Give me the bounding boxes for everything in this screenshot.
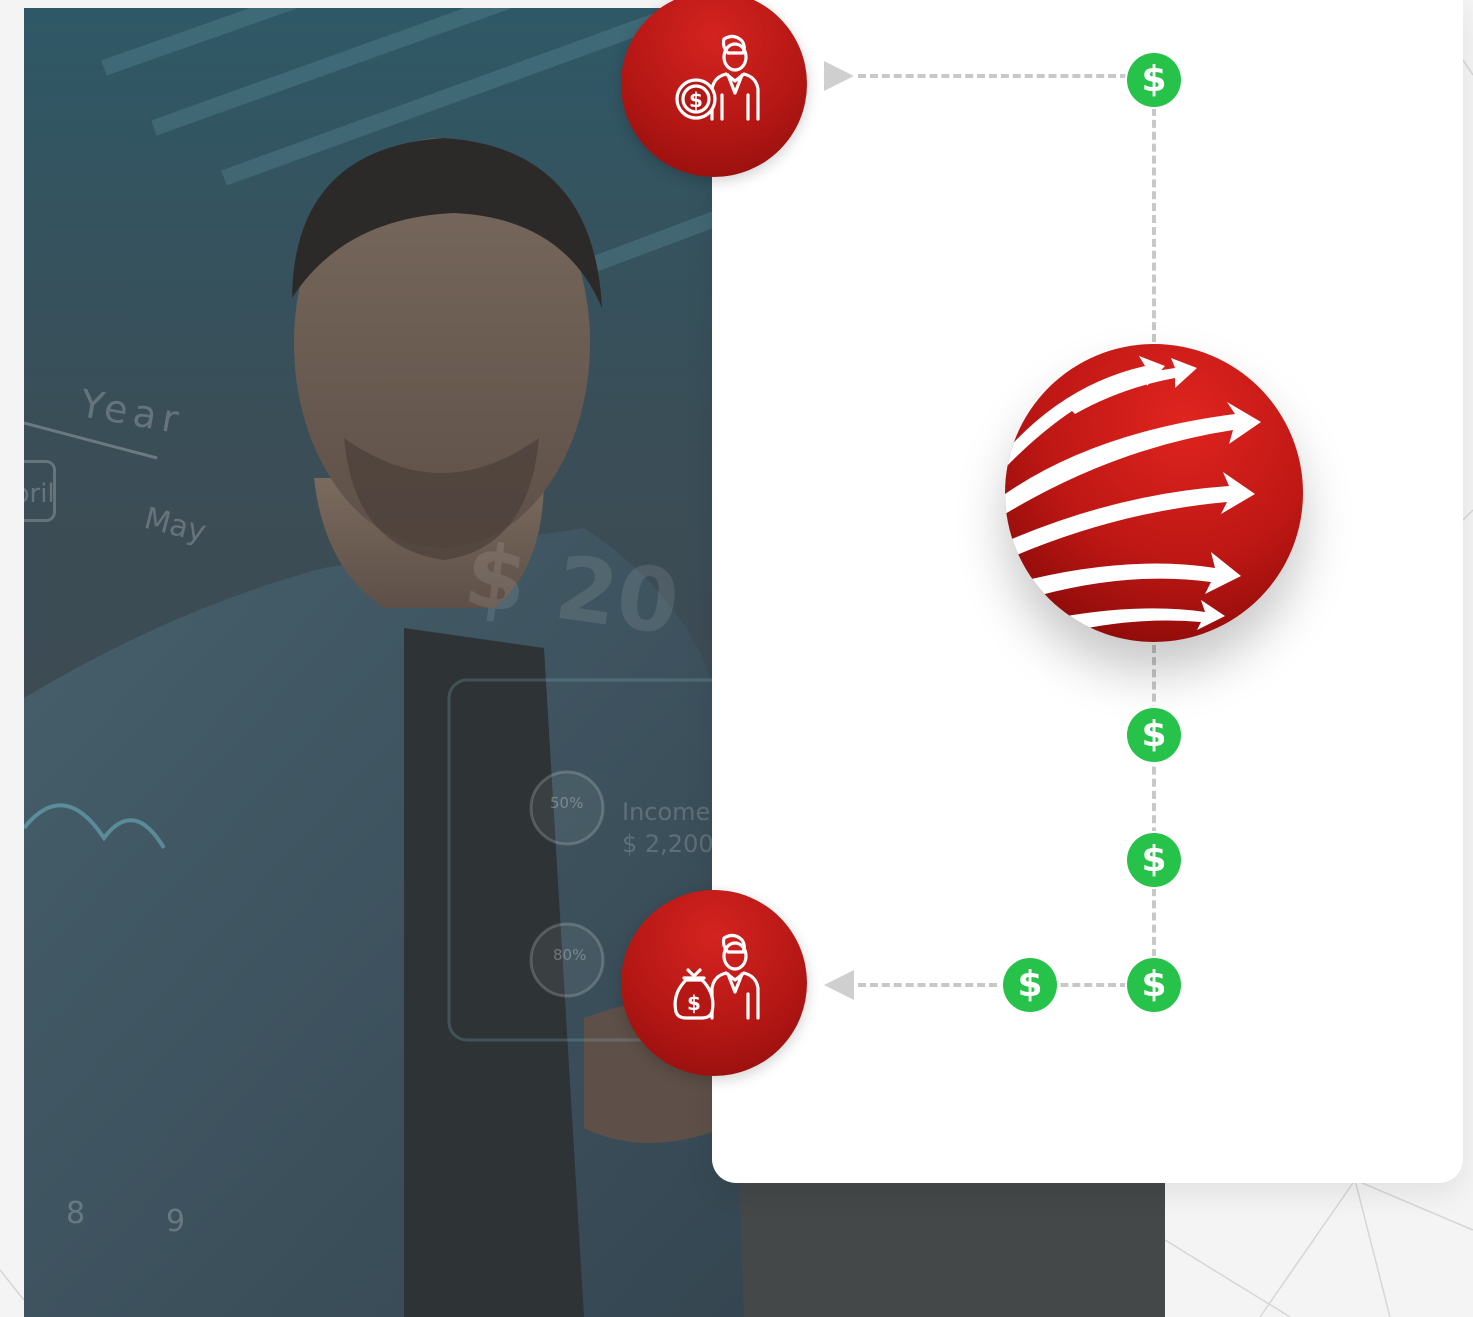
- person-with-dollar-coin-icon: $: [675, 34, 760, 121]
- svg-text:$: $: [687, 991, 701, 1015]
- dollar-coin-icon: $: [1003, 958, 1057, 1012]
- connector-bottom-horizontal: [858, 983, 1128, 987]
- connector-top-vertical: [1152, 108, 1156, 342]
- overlay-axis-8: 8: [66, 1196, 86, 1231]
- overlay-income: Income $ 2,200: [622, 796, 714, 860]
- arrow-head-right: [824, 61, 854, 91]
- overlay-income-label: Income: [622, 798, 711, 826]
- overlay-ring-percent-2: 80%: [553, 946, 587, 964]
- red-globe-arrows-logo: [1005, 344, 1303, 642]
- overlay-april-label: pril: [24, 460, 56, 522]
- overlay-ring-percent-1: 50%: [550, 794, 584, 812]
- overlay-axis-9: 9: [166, 1204, 186, 1239]
- svg-text:$: $: [689, 88, 703, 112]
- dollar-coin-icon: $: [1127, 958, 1181, 1012]
- overlay-income-value: $ 2,200: [622, 830, 714, 858]
- dollar-coin-icon: $: [1127, 708, 1181, 762]
- connector-top-horizontal: [858, 74, 1128, 78]
- platform-globe-logo: [1005, 344, 1303, 642]
- dollar-coin-icon: $: [1127, 53, 1181, 107]
- person-with-money-bag-icon: $: [673, 933, 760, 1020]
- dollar-coin-icon: $: [1127, 833, 1181, 887]
- receiver-node: $: [621, 890, 807, 1076]
- connector-bottom-vertical: [1152, 645, 1156, 957]
- arrow-head-left: [824, 970, 854, 1000]
